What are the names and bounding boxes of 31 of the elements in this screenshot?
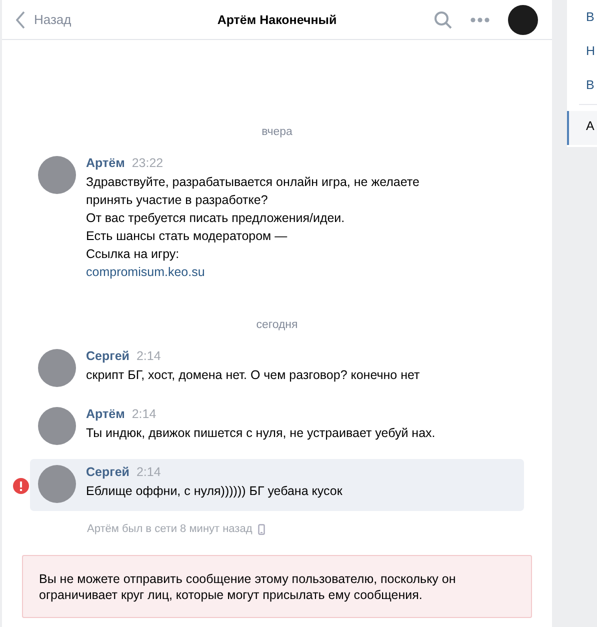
message-time: 2:14: [136, 465, 161, 479]
notice-banner: Вы не можете отправить сообщение этому пользователю, поскольку он ограничивает круг лиц, которые могут присылать ему сообщения.: [22, 555, 532, 618]
message-text: Еблище оффни, с нуля)))))) БГ уебана кусок: [86, 483, 342, 500]
message-time: 2:14: [136, 349, 161, 363]
last-seen-text: Артём был в сети 8 минут назад: [87, 523, 252, 535]
message-text: Ссылка на игру:: [86, 246, 180, 263]
message-text: Здравствуйте, разрабатывается онлайн игра, не желаете принять участие в разработке?: [86, 174, 420, 209]
date-divider: сегодня: [256, 319, 298, 331]
message-text: Ты индюк, движок пишется с нуля, не устраивает уебуй нах.: [86, 425, 436, 442]
author-link[interactable]: Артём: [86, 407, 125, 421]
avatar[interactable]: [508, 4, 538, 34]
chat-title: Артём Наконечный: [217, 12, 337, 26]
sidebar-item[interactable]: А: [567, 111, 597, 145]
message-time: 2:14: [132, 407, 156, 421]
sidebar-item[interactable]: В: [567, 70, 597, 104]
message-text: Есть шансы стать модератором —: [86, 228, 288, 245]
date-divider: вчера: [262, 126, 292, 138]
message-text: скрипт БГ, хост, домена нет. О чем разговор? конечно нет: [86, 367, 420, 384]
author-link[interactable]: Сергей: [86, 465, 130, 479]
message-highlight[interactable]: Сергей 2:14 Еблище оффни, с нуля)))))) БГ уебана кусок: [30, 459, 524, 511]
message-text: От вас требуется писать предложения/идеи.: [86, 210, 346, 227]
search-icon[interactable]: [434, 10, 452, 28]
message-link[interactable]: compromisum.keo.su: [86, 263, 205, 281]
sidebar-item[interactable]: Н: [567, 36, 597, 70]
author-link[interactable]: Сергей: [86, 349, 130, 363]
author-link[interactable]: Артём: [86, 156, 125, 170]
more-icon[interactable]: [470, 16, 490, 22]
message-time: 23:22: [132, 156, 164, 170]
phone-icon: [258, 524, 266, 534]
chevron-left-icon: [16, 10, 26, 28]
sidebar-item[interactable]: В: [567, 2, 597, 36]
